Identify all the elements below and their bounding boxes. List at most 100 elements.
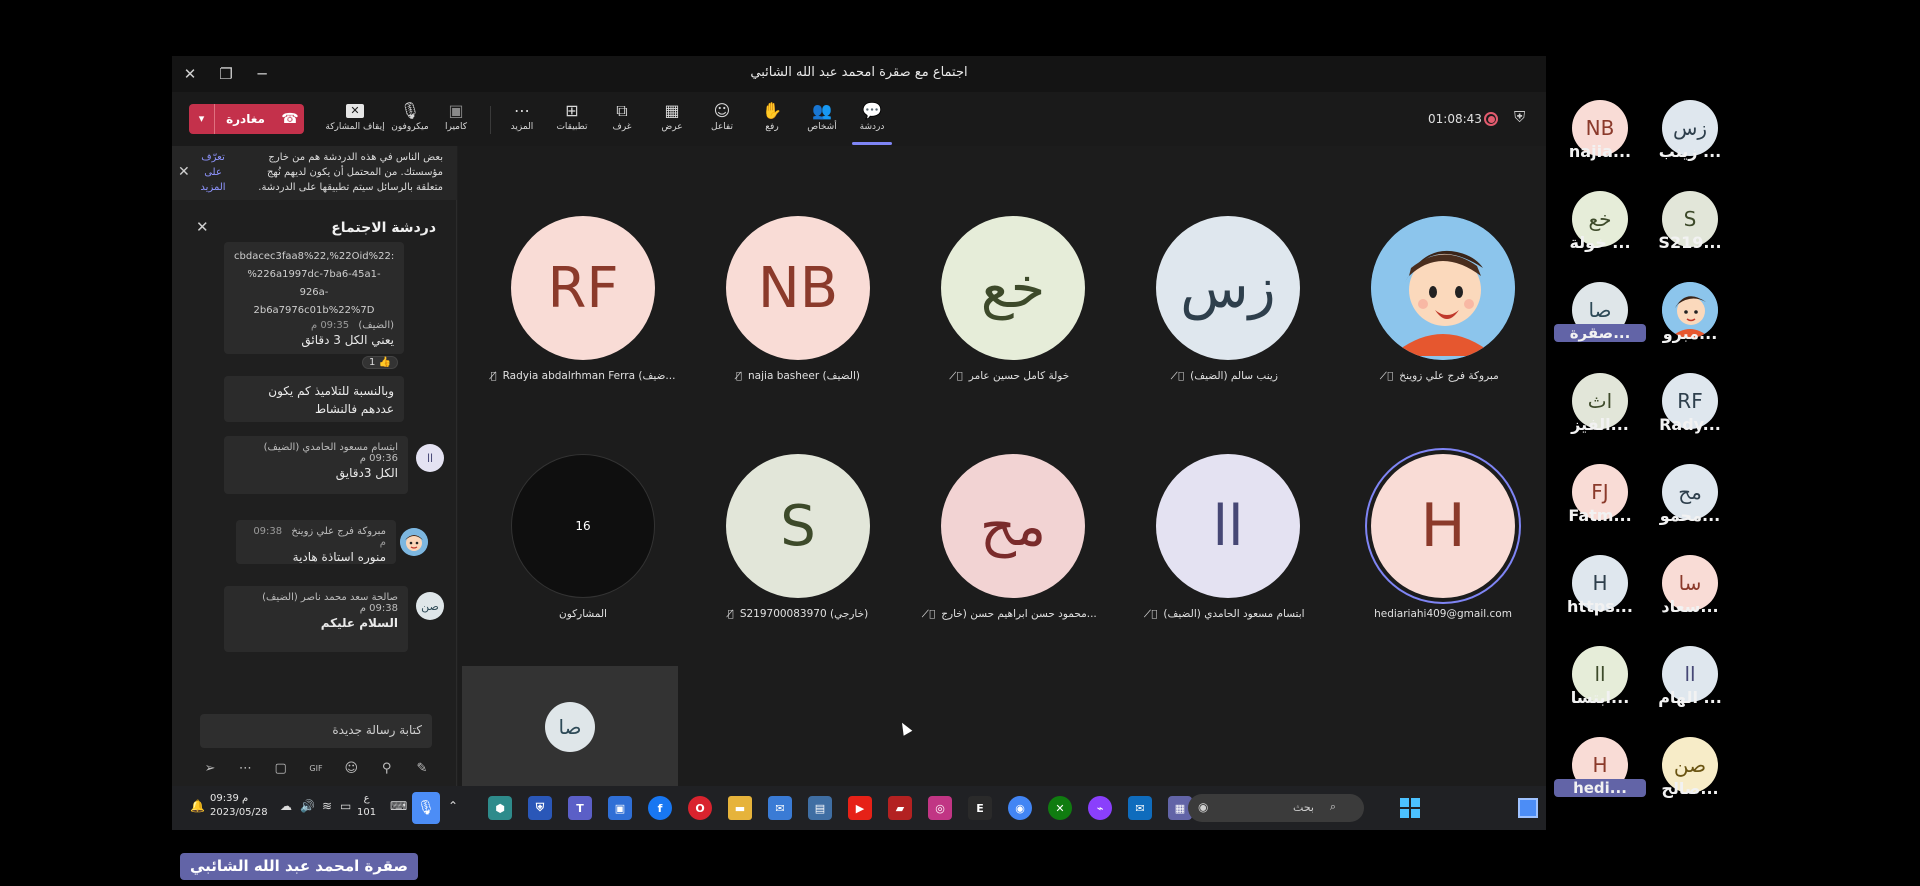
- strip-participant-name: الفيز...: [1571, 415, 1629, 434]
- rooms-button[interactable]: ⧉ غرف: [596, 100, 648, 142]
- message-meta: (الضيف) 09:35 م: [234, 320, 394, 331]
- close-chat-icon[interactable]: ✕: [196, 218, 209, 236]
- folder-icon[interactable]: ▬: [728, 796, 752, 820]
- message-body: منوره استاذة هادية: [292, 550, 386, 564]
- participant-name-text: مبروكة فرج علي زوينخ: [1399, 370, 1499, 382]
- participant-tile[interactable]: Hhediariahi409@gmail.com: [1336, 444, 1546, 674]
- remote-desktop-icon[interactable]: ▣: [608, 796, 632, 820]
- chat-message: ابتسام مسعود الحامدي (الضيف) 09:36 م الك…: [224, 436, 408, 494]
- leave-button[interactable]: ▾ مغادرة ☎: [189, 104, 304, 134]
- notification-icon[interactable]: 🔔: [190, 799, 205, 813]
- participant-name: 🎙̸ زينب سالم (الضيف): [1121, 370, 1335, 382]
- show-desktop-icon[interactable]: [1518, 798, 1538, 818]
- more-options-icon[interactable]: ⋯: [235, 761, 255, 776]
- messenger-icon[interactable]: ⌁: [1088, 796, 1112, 820]
- teams-icon[interactable]: T: [568, 796, 592, 820]
- chat-icon: 💬: [862, 101, 882, 120]
- people-button[interactable]: 👥 أشخاص: [796, 100, 848, 142]
- participant-avatar: NB: [726, 216, 870, 360]
- rooms-label: غرف: [612, 122, 632, 132]
- keyboard-icon[interactable]: ⌨: [390, 799, 407, 813]
- avatar: صن: [416, 592, 444, 620]
- message-compose-input[interactable]: كتابة رسالة جديدة: [200, 714, 432, 748]
- participant-tile[interactable]: اا 🎙̸ ابتسام مسعود الحامدي (الضيف): [1121, 444, 1335, 674]
- camera-button[interactable]: ▣ كاميرا: [430, 100, 482, 142]
- chat-label: دردشة: [859, 122, 885, 132]
- youtube-icon[interactable]: ▶: [848, 796, 872, 820]
- wifi-icon[interactable]: ≋: [322, 799, 332, 813]
- photos-icon[interactable]: ▤: [808, 796, 832, 820]
- clock[interactable]: 09:39 م 2023/05/28: [210, 792, 268, 820]
- mic-muted-icon: 🎙̸: [956, 371, 963, 382]
- opera-icon[interactable]: O: [688, 796, 712, 820]
- stop-share-button[interactable]: ✕ إيقاف المشاركة: [320, 100, 390, 142]
- participant-tile[interactable]: S 🎙̸ S219700083970 (خارجي): [691, 444, 905, 674]
- chat-button[interactable]: 💬 دردشة: [846, 100, 898, 142]
- chevron-down-icon[interactable]: ▾: [189, 104, 215, 134]
- instagram-icon[interactable]: ◎: [928, 796, 952, 820]
- mic-muted-icon: 🎙̸: [1151, 609, 1158, 620]
- learn-more-link[interactable]: تعرّف على المزيد: [198, 150, 228, 195]
- chrome-icon[interactable]: ◉: [1008, 796, 1032, 820]
- self-view[interactable]: صا: [462, 666, 678, 786]
- participant-name-text: زينب سالم (الضيف): [1190, 370, 1278, 382]
- outlook-icon[interactable]: ✉: [1128, 796, 1152, 820]
- facebook-icon[interactable]: f: [648, 796, 672, 820]
- hang-up-icon: ☎: [281, 111, 299, 127]
- cloud-icon[interactable]: ☁: [280, 799, 292, 813]
- reaction-badge[interactable]: 1 👍: [362, 356, 398, 369]
- participant-avatar: مح: [941, 454, 1085, 598]
- react-button[interactable]: ☺ تفاعل: [696, 100, 748, 142]
- message-sender: (الضيف): [358, 320, 394, 331]
- format-icon[interactable]: ✎: [412, 761, 432, 776]
- participant-tile[interactable]: خع 🎙̸ خولة كامل حسين عامر: [906, 206, 1120, 436]
- language-indicator[interactable]: ع 101: [357, 792, 376, 820]
- emoji-icon[interactable]: ☺: [341, 761, 361, 776]
- raise-hand-label: رفع: [765, 122, 779, 132]
- cube-icon[interactable]: ⬢: [488, 796, 512, 820]
- strip-participant-name: سعاد...: [1661, 597, 1719, 616]
- stop-share-icon: ✕: [346, 104, 364, 118]
- sticker-icon[interactable]: ▢: [271, 761, 291, 776]
- shield-app-icon[interactable]: ⛨: [528, 796, 552, 820]
- mail-app-icon[interactable]: ✉: [768, 796, 792, 820]
- taskbar-search[interactable]: ◉ ⌕ بحث: [1188, 794, 1364, 822]
- chevron-up-icon[interactable]: ⌃: [448, 799, 458, 813]
- teams-meeting-window: ✕ ❐ ─ اجتماع مع صقرة امحمد عبد الله الشا…: [172, 56, 1546, 830]
- more-label: المزيد: [510, 122, 534, 132]
- message-link-line[interactable]: cbdacec3faa8%22,%22Oid%22:: [234, 248, 394, 266]
- view-button[interactable]: ▦ عرض: [646, 100, 698, 142]
- media-icon[interactable]: ▰: [888, 796, 912, 820]
- microphone-button[interactable]: 🎙 ميكروفون: [384, 100, 436, 142]
- raise-hand-button[interactable]: ✋ رفع: [746, 100, 798, 142]
- participant-tile[interactable]: 🎙̸ مبروكة فرج علي زوينخ: [1336, 206, 1546, 436]
- windows-start-icon[interactable]: [1400, 798, 1420, 818]
- shield-icon[interactable]: ⛨: [1514, 108, 1525, 126]
- message-link-line[interactable]: %226a1997dc-7ba6-45a1-926a-: [234, 266, 394, 302]
- send-icon[interactable]: ➢: [200, 761, 220, 776]
- battery-icon[interactable]: ▭: [340, 799, 351, 813]
- apps-button[interactable]: ⊞ تطبيقات: [546, 100, 598, 142]
- more-button[interactable]: ⋯ المزيد: [496, 100, 548, 142]
- participant-avatar: S: [726, 454, 870, 598]
- participant-name: المشاركون: [476, 608, 690, 620]
- gif-icon[interactable]: GIF: [306, 764, 326, 773]
- participant-tile[interactable]: زس 🎙̸ زينب سالم (الضيف): [1121, 206, 1335, 436]
- epic-icon[interactable]: E: [968, 796, 992, 820]
- xbox-icon[interactable]: ✕: [1048, 796, 1072, 820]
- participant-name: 🎙̸ Radyia abdalrhman Ferra (ضيف...: [476, 370, 690, 382]
- meeting-chat-panel: بعض الناس في هذه الدردشة هم من خارج مؤسس…: [172, 146, 457, 786]
- participant-tile[interactable]: RF 🎙̸ Radyia abdalrhman Ferra (ضيف...: [476, 206, 690, 436]
- close-icon[interactable]: ✕: [178, 164, 190, 180]
- participant-name-text: hediariahi409@gmail.com: [1374, 608, 1512, 620]
- attach-icon[interactable]: ⚲: [377, 761, 397, 776]
- participant-tile[interactable]: مح 🎙̸ محمود حسن ابراهيم حسن (خارج...: [906, 444, 1120, 674]
- participant-tile[interactable]: 16 المشاركون: [476, 444, 690, 674]
- participant-tile[interactable]: NB 🎙̸ najia basheer (الضيف): [691, 206, 905, 436]
- message-link-line[interactable]: 2b6a7976c01b%22%7D: [234, 302, 394, 320]
- participant-name: 🎙̸ najia basheer (الضيف): [691, 370, 905, 382]
- microphone-in-use-icon[interactable]: 🎙: [412, 792, 440, 824]
- strip-participant-name: hedi...: [1554, 779, 1646, 797]
- chat-message: صالحة سعد محمد ناصر (الضيف) 09:38 م السل…: [224, 586, 408, 652]
- volume-icon[interactable]: 🔊: [300, 799, 315, 813]
